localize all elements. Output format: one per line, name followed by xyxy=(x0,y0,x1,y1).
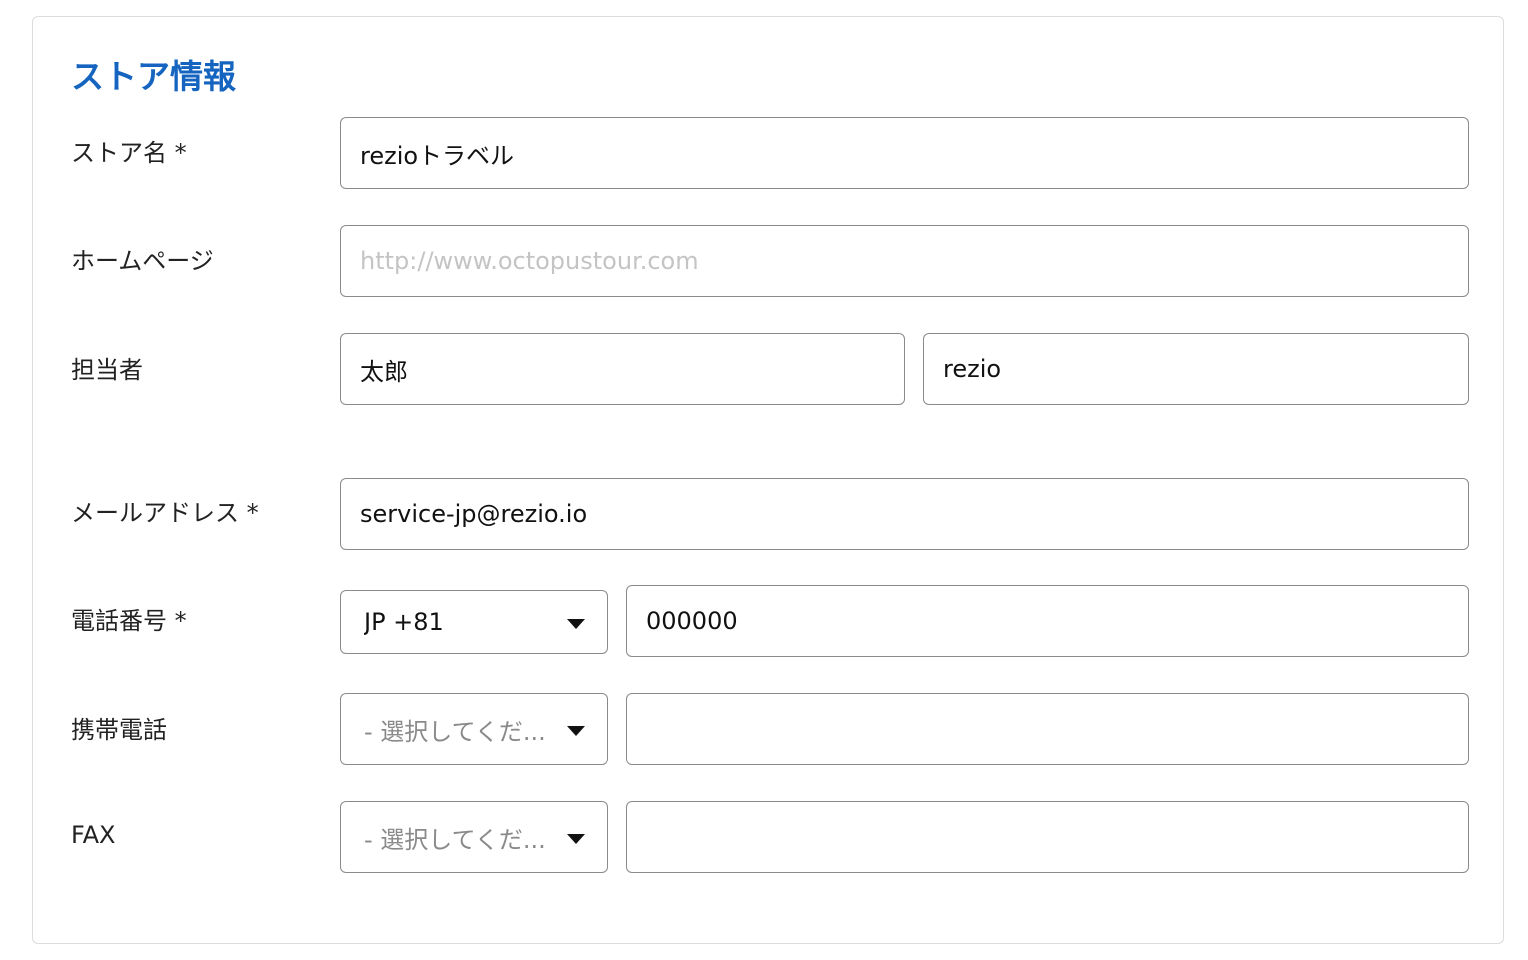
mobile-country-value: - 選択してくだ... xyxy=(364,717,546,746)
store-name-label: ストア名 * xyxy=(71,139,187,167)
first-name-input[interactable] xyxy=(340,333,905,405)
mobile-country-select[interactable]: - 選択してくだ... xyxy=(340,693,608,765)
caret-down-icon xyxy=(567,834,585,844)
phone-label: 電話番号 * xyxy=(71,607,187,635)
mobile-label: 携帯電話 xyxy=(71,716,167,744)
email-input[interactable] xyxy=(340,478,1469,550)
fax-country-value: - 選択してくだ... xyxy=(364,825,546,854)
fax-label: FAX xyxy=(71,821,116,849)
phone-number-input[interactable] xyxy=(626,585,1469,657)
store-info-card: ストア情報 ストア名 * ホームページ 担当者 メールアドレス * 電話番号 *… xyxy=(32,16,1504,944)
contact-person-label: 担当者 xyxy=(71,356,143,384)
caret-down-icon xyxy=(567,726,585,736)
email-label: メールアドレス * xyxy=(71,499,259,527)
homepage-label: ホームページ xyxy=(71,247,214,275)
mobile-number-input[interactable] xyxy=(626,693,1469,765)
phone-country-value: JP +81 xyxy=(364,608,444,636)
fax-country-select[interactable]: - 選択してくだ... xyxy=(340,801,608,873)
store-name-input[interactable] xyxy=(340,117,1469,189)
phone-country-select[interactable]: JP +81 xyxy=(340,590,608,654)
homepage-input[interactable] xyxy=(340,225,1469,297)
last-name-input[interactable] xyxy=(923,333,1469,405)
caret-down-icon xyxy=(567,619,585,629)
section-title: ストア情報 xyxy=(71,57,236,96)
fax-number-input[interactable] xyxy=(626,801,1469,873)
